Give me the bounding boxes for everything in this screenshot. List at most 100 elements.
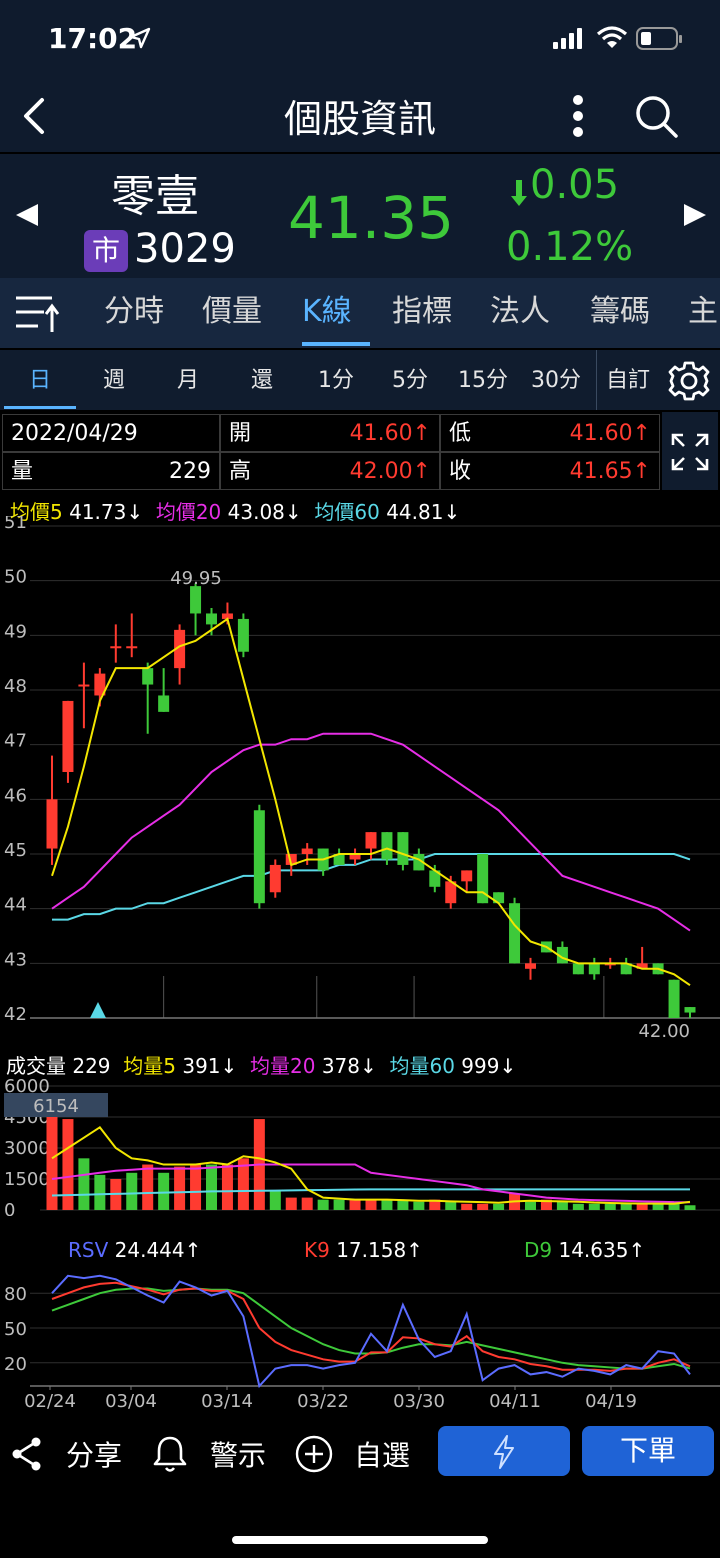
period-adjusted[interactable]: 還 bbox=[226, 350, 298, 410]
info-high-cell: 高 42.00↑ bbox=[220, 452, 440, 490]
open-label: 開 bbox=[229, 421, 252, 446]
next-stock-icon[interactable] bbox=[682, 202, 708, 228]
period-month[interactable]: 月 bbox=[152, 350, 224, 410]
candle-body bbox=[206, 613, 217, 625]
y-tick-label: 50 bbox=[4, 1319, 27, 1340]
period-bar: 日 週 月 還 1分 5分 15分 30分 自訂 bbox=[0, 350, 720, 410]
open-value: 41.60↑ bbox=[349, 421, 431, 446]
candle-body bbox=[237, 618, 249, 652]
d9-line bbox=[51, 1287, 691, 1370]
tab-kline[interactable]: K線 bbox=[302, 278, 352, 348]
volume-bar bbox=[142, 1164, 154, 1210]
y-tick-label: 1500 bbox=[4, 1169, 50, 1190]
candle-body bbox=[142, 668, 154, 685]
high-annotation: 49.95 bbox=[170, 568, 222, 589]
share-icon[interactable] bbox=[10, 1436, 44, 1472]
close-value: 41.65↑ bbox=[569, 459, 651, 484]
vol-label: 成交量 bbox=[6, 1054, 66, 1078]
share-button[interactable]: 分享 bbox=[66, 1434, 122, 1474]
period-15min[interactable]: 15分 bbox=[446, 350, 520, 410]
alert-button[interactable]: 警示 bbox=[210, 1434, 266, 1474]
y-tick-label: 48 bbox=[4, 676, 27, 697]
period-1min[interactable]: 1分 bbox=[300, 350, 372, 410]
volume-bar bbox=[461, 1203, 473, 1210]
volume-bar bbox=[620, 1203, 632, 1210]
ma20-line bbox=[51, 732, 691, 932]
stock-code: 3029 bbox=[134, 226, 236, 272]
bell-icon[interactable] bbox=[152, 1434, 188, 1474]
more-menu-icon[interactable] bbox=[568, 94, 588, 138]
watchlist-button[interactable]: 自選 bbox=[354, 1434, 410, 1474]
fullscreen-button[interactable] bbox=[662, 412, 718, 490]
bottom-action-bar: 分享 警示 自選 下單 bbox=[0, 1420, 720, 1490]
tab-indicators[interactable]: 指標 bbox=[392, 278, 452, 348]
x-tick-label: 04/11 bbox=[489, 1391, 541, 1412]
volume-bar bbox=[381, 1199, 393, 1210]
tab-institutional[interactable]: 法人 bbox=[490, 278, 550, 348]
search-icon[interactable] bbox=[634, 94, 680, 140]
tab-main[interactable]: 主 bbox=[688, 278, 718, 348]
period-30min[interactable]: 30分 bbox=[520, 350, 592, 410]
tab-active-underline bbox=[302, 342, 370, 346]
settings-gear-icon[interactable] bbox=[666, 358, 712, 404]
volume-bar bbox=[190, 1164, 202, 1210]
y-tick-label: 3000 bbox=[4, 1138, 50, 1159]
sort-menu-icon[interactable] bbox=[14, 294, 60, 334]
close-label: 收 bbox=[449, 459, 472, 484]
period-5min[interactable]: 5分 bbox=[374, 350, 446, 410]
y-tick-label: 43 bbox=[4, 949, 27, 970]
candle-body bbox=[397, 832, 409, 865]
y-tick-label: 50 bbox=[4, 567, 27, 588]
volume-bar bbox=[94, 1174, 106, 1210]
candle-body bbox=[509, 903, 521, 964]
volume-bar bbox=[604, 1203, 616, 1210]
tab-bar: 分時 價量 K線 指標 法人 籌碼 主 bbox=[0, 278, 720, 348]
x-tick-label: 04/19 bbox=[585, 1391, 637, 1412]
high-label: 高 bbox=[229, 459, 252, 484]
k-label: K9 bbox=[304, 1238, 330, 1262]
period-day[interactable]: 日 bbox=[4, 350, 76, 410]
prev-stock-icon[interactable] bbox=[14, 202, 40, 228]
volume-bar bbox=[477, 1203, 489, 1210]
volume-bar bbox=[556, 1201, 568, 1210]
order-button[interactable]: 下單 bbox=[582, 1426, 714, 1476]
volume-bar bbox=[493, 1203, 505, 1210]
volume-bar bbox=[572, 1203, 584, 1210]
volume-bar bbox=[365, 1199, 377, 1210]
volume-bar bbox=[126, 1172, 138, 1210]
candle-body bbox=[668, 979, 680, 1018]
volume-bar bbox=[413, 1201, 425, 1210]
lightning-icon bbox=[494, 1435, 514, 1469]
info-volume-cell: 量 229 bbox=[2, 452, 220, 490]
quick-trade-button[interactable] bbox=[438, 1426, 570, 1476]
volume-bar bbox=[652, 1203, 664, 1210]
tab-chips[interactable]: 籌碼 bbox=[590, 278, 650, 348]
info-open-cell: 開 41.60↑ bbox=[220, 414, 440, 452]
event-marker-icon bbox=[90, 1002, 106, 1018]
volume-bar bbox=[445, 1201, 457, 1210]
low-label: 低 bbox=[449, 421, 472, 446]
volume-bar bbox=[333, 1199, 345, 1210]
tab-intraday[interactable]: 分時 bbox=[104, 278, 164, 348]
candlestick-chart[interactable]: 51 50 49 48 47 46 45 44 43 42 49.95 42.00 bbox=[0, 516, 720, 1046]
stock-price: 41.35 bbox=[288, 184, 455, 252]
vol-value: 229 bbox=[72, 1054, 111, 1078]
candle-body bbox=[525, 963, 536, 969]
volume-chart[interactable]: 600045003000150006154 bbox=[0, 1076, 720, 1216]
volume-bar bbox=[684, 1205, 696, 1210]
candle-body bbox=[365, 832, 377, 849]
candle-body bbox=[110, 646, 122, 649]
price-change: 0.05 bbox=[530, 162, 620, 208]
rsv-label: RSV bbox=[68, 1238, 109, 1262]
y-tick-label: 0 bbox=[4, 1200, 15, 1216]
add-circle-icon[interactable] bbox=[294, 1434, 334, 1474]
candle-body bbox=[684, 1007, 696, 1013]
volume-bar bbox=[588, 1203, 600, 1210]
mv5-label: 均量5 bbox=[123, 1054, 176, 1078]
kd-chart[interactable]: 80 50 20 02/24 03/04 03/14 03/22 03/30 04/11 04/1… bbox=[0, 1264, 720, 1414]
period-week[interactable]: 週 bbox=[78, 350, 150, 410]
quote-header: 零壹 市 3029 41.35 0.05 0.12% bbox=[0, 154, 720, 278]
status-time: 17:02 bbox=[48, 22, 138, 55]
tab-price-volume[interactable]: 價量 bbox=[202, 278, 262, 348]
period-custom[interactable]: 自訂 bbox=[596, 350, 659, 410]
